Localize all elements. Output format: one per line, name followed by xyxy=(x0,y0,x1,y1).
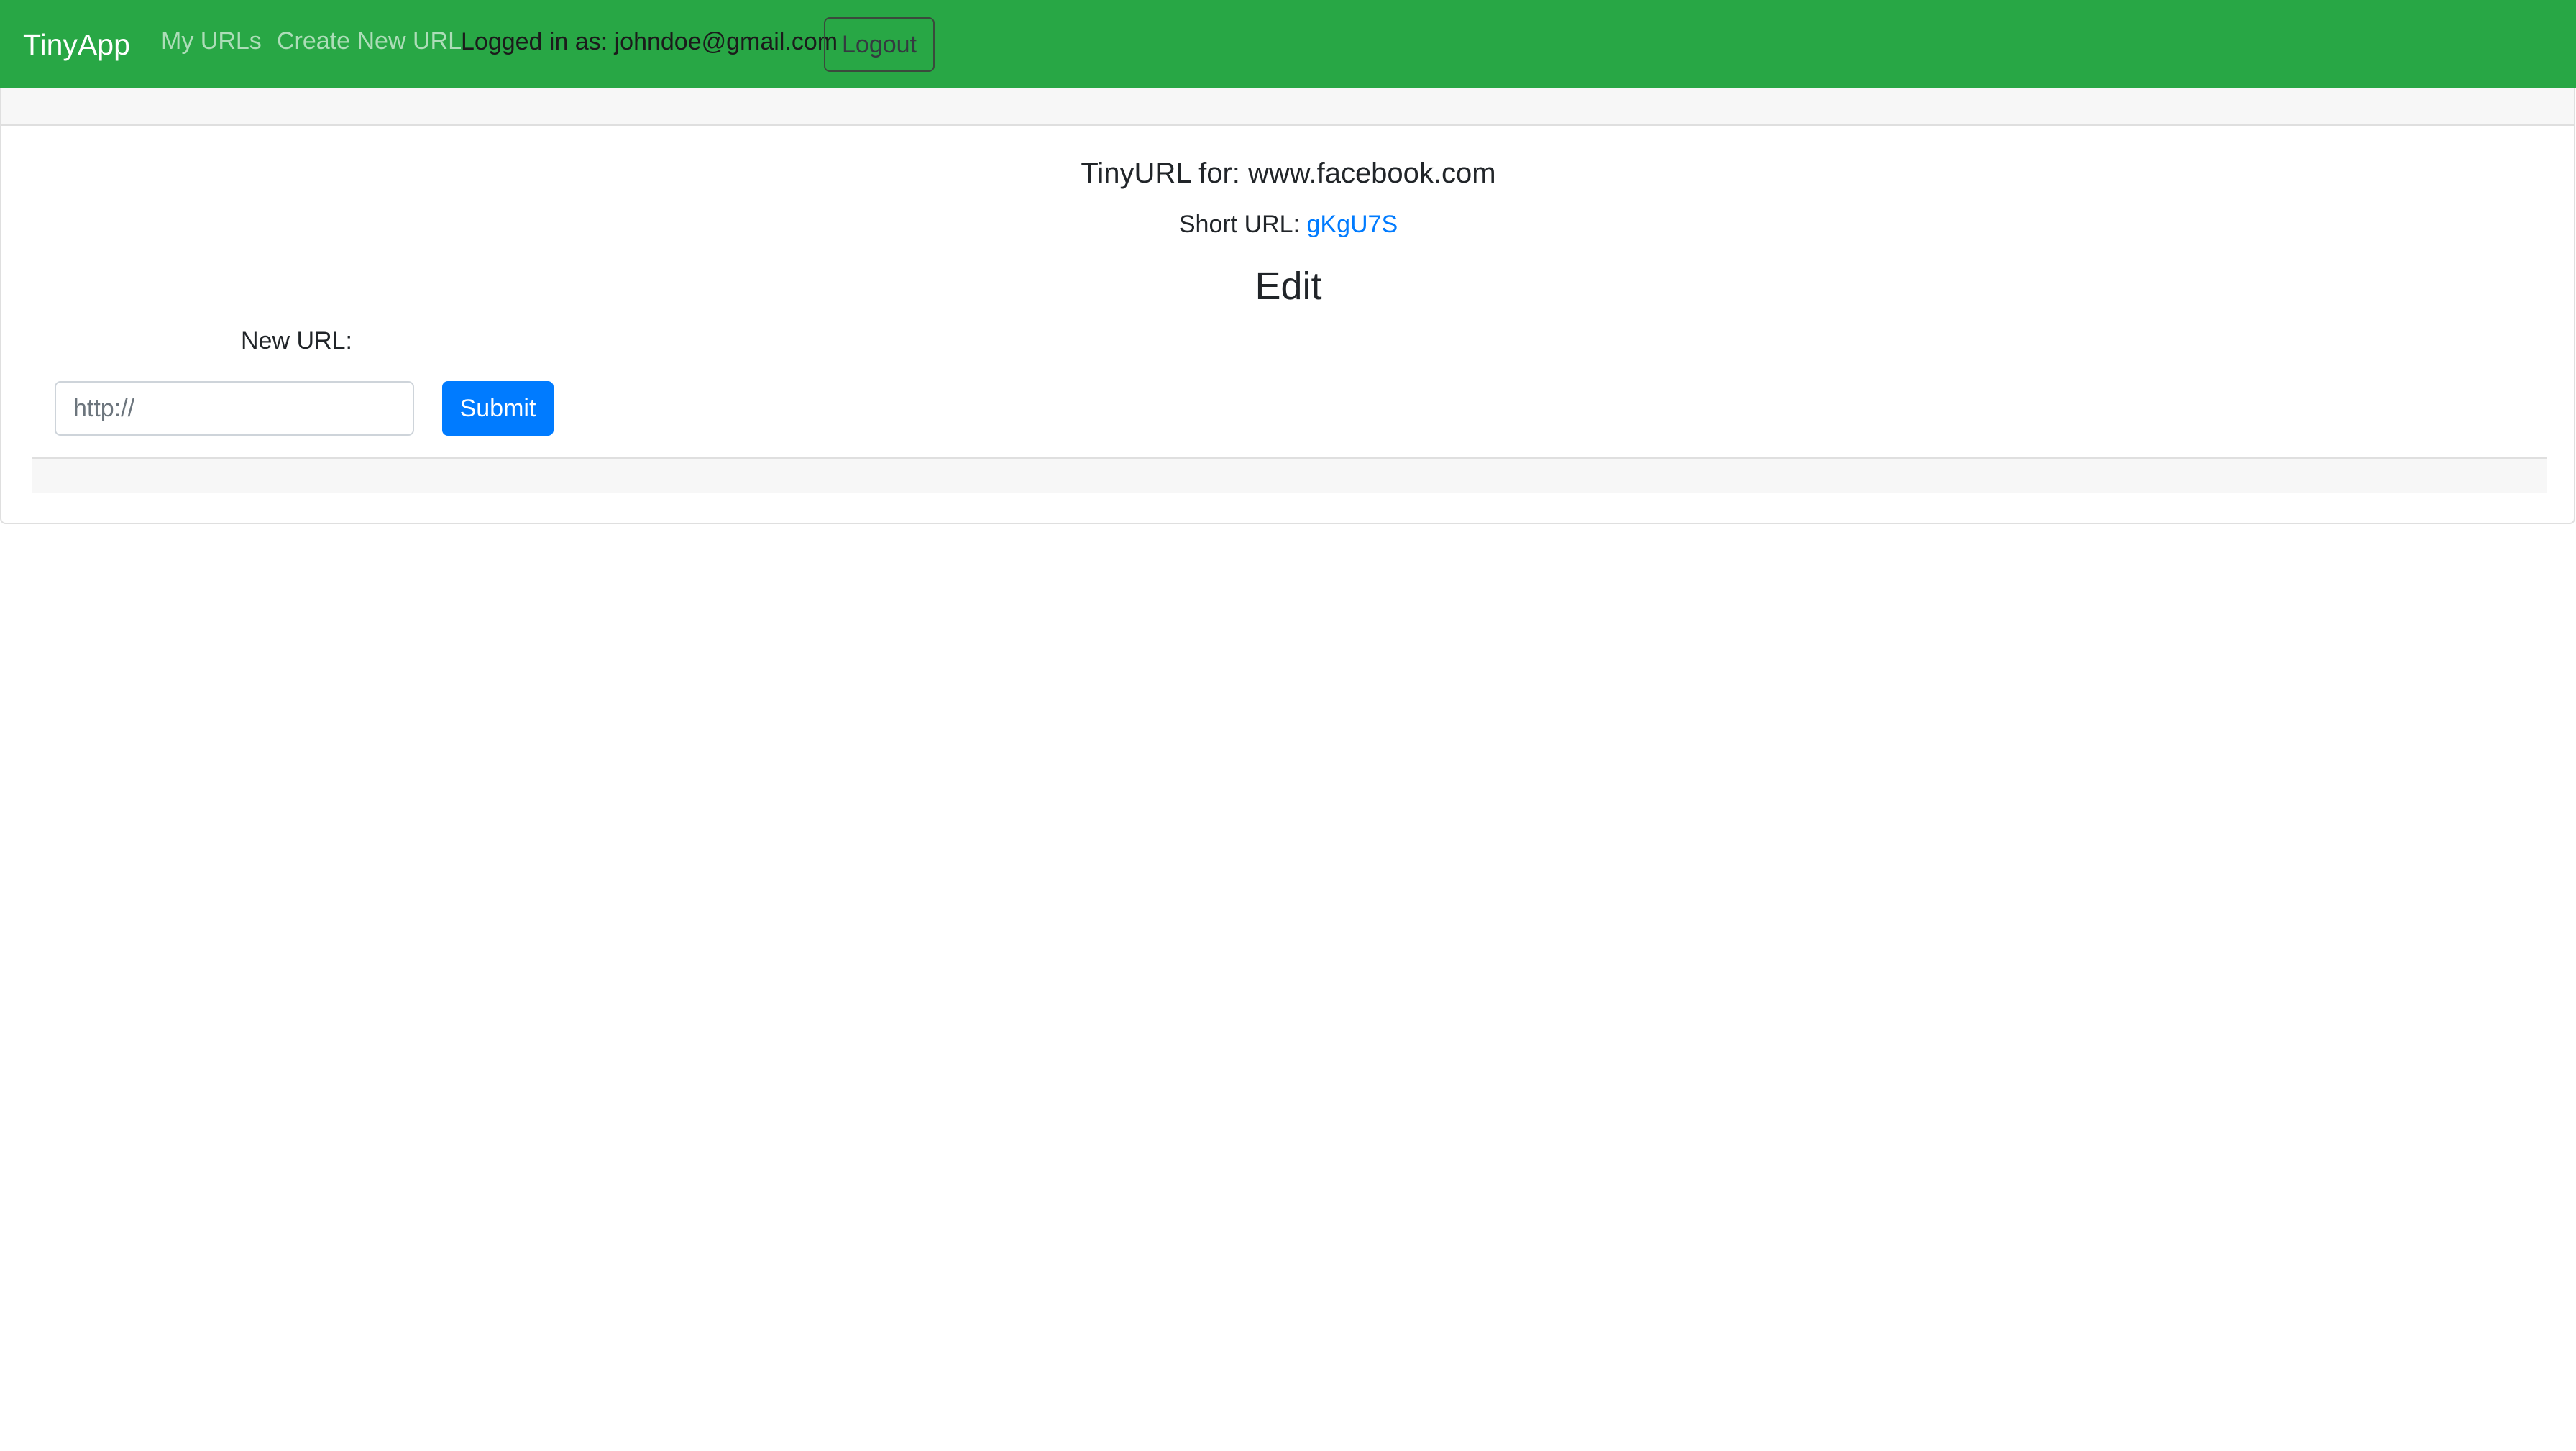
brand-link[interactable]: TinyApp xyxy=(23,26,130,63)
url-card: TinyURL for: www.facebook.com Short URL:… xyxy=(0,88,2575,524)
nav-my-urls[interactable]: My URLs xyxy=(161,26,262,56)
logged-in-status: Logged in as: johndoe@gmail.com xyxy=(461,28,838,55)
new-url-label: New URL: xyxy=(241,327,352,354)
edit-heading: Edit xyxy=(1255,265,1322,308)
logout-button[interactable]: Logout xyxy=(824,17,935,72)
new-url-input[interactable] xyxy=(55,381,414,436)
top-navbar: TinyApp My URLs Create New URL Logged in… xyxy=(0,0,2576,88)
short-url-line: Short URL: gKgU7S xyxy=(1,209,2575,239)
submit-button[interactable]: Submit xyxy=(442,381,554,436)
card-title: TinyURL for: www.facebook.com xyxy=(1081,157,1496,189)
short-url-link[interactable]: gKgU7S xyxy=(1307,211,1398,238)
page: TinyApp My URLs Create New URL Logged in… xyxy=(0,0,2576,1451)
card-header xyxy=(1,88,2574,126)
short-url-label: Short URL: xyxy=(1178,211,1301,238)
card-footer xyxy=(32,457,2547,493)
nav-create-new-url[interactable]: Create New URL xyxy=(277,26,462,56)
